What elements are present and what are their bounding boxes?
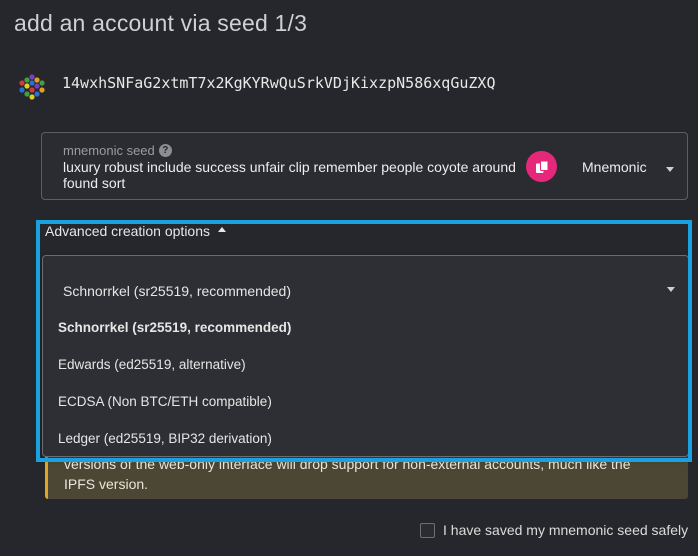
saved-seed-label: I have saved my mnemonic seed safely — [443, 522, 689, 538]
chevron-down-icon[interactable] — [666, 167, 674, 172]
saved-seed-checkbox-row[interactable]: I have saved my mnemonic seed safely — [420, 522, 688, 538]
question-circle-icon[interactable]: ? — [158, 144, 172, 157]
copy-icon — [535, 160, 548, 173]
highlight-frame — [36, 220, 692, 462]
add-account-modal: add an account via seed 1/3 14wxhSNFaG2x… — [0, 0, 698, 556]
seed-type-select[interactable]: Mnemonic — [582, 159, 647, 175]
mnemonic-value[interactable]: luxury robust include success unfair cli… — [63, 159, 533, 191]
mnemonic-label-row: mnemonic seed ? — [63, 143, 172, 158]
account-address: 14wxhSNFaG2xtmT7x2KgKYRwQuSrkVDjKixzpN58… — [62, 74, 496, 92]
copy-button[interactable] — [526, 151, 557, 182]
saved-seed-checkbox[interactable] — [420, 522, 435, 538]
identicon-icon[interactable] — [19, 74, 45, 100]
mnemonic-label: mnemonic seed — [63, 143, 155, 158]
modal-title: add an account via seed 1/3 — [14, 10, 308, 36]
mnemonic-seed-field[interactable]: mnemonic seed ? luxury robust include su… — [41, 132, 688, 200]
